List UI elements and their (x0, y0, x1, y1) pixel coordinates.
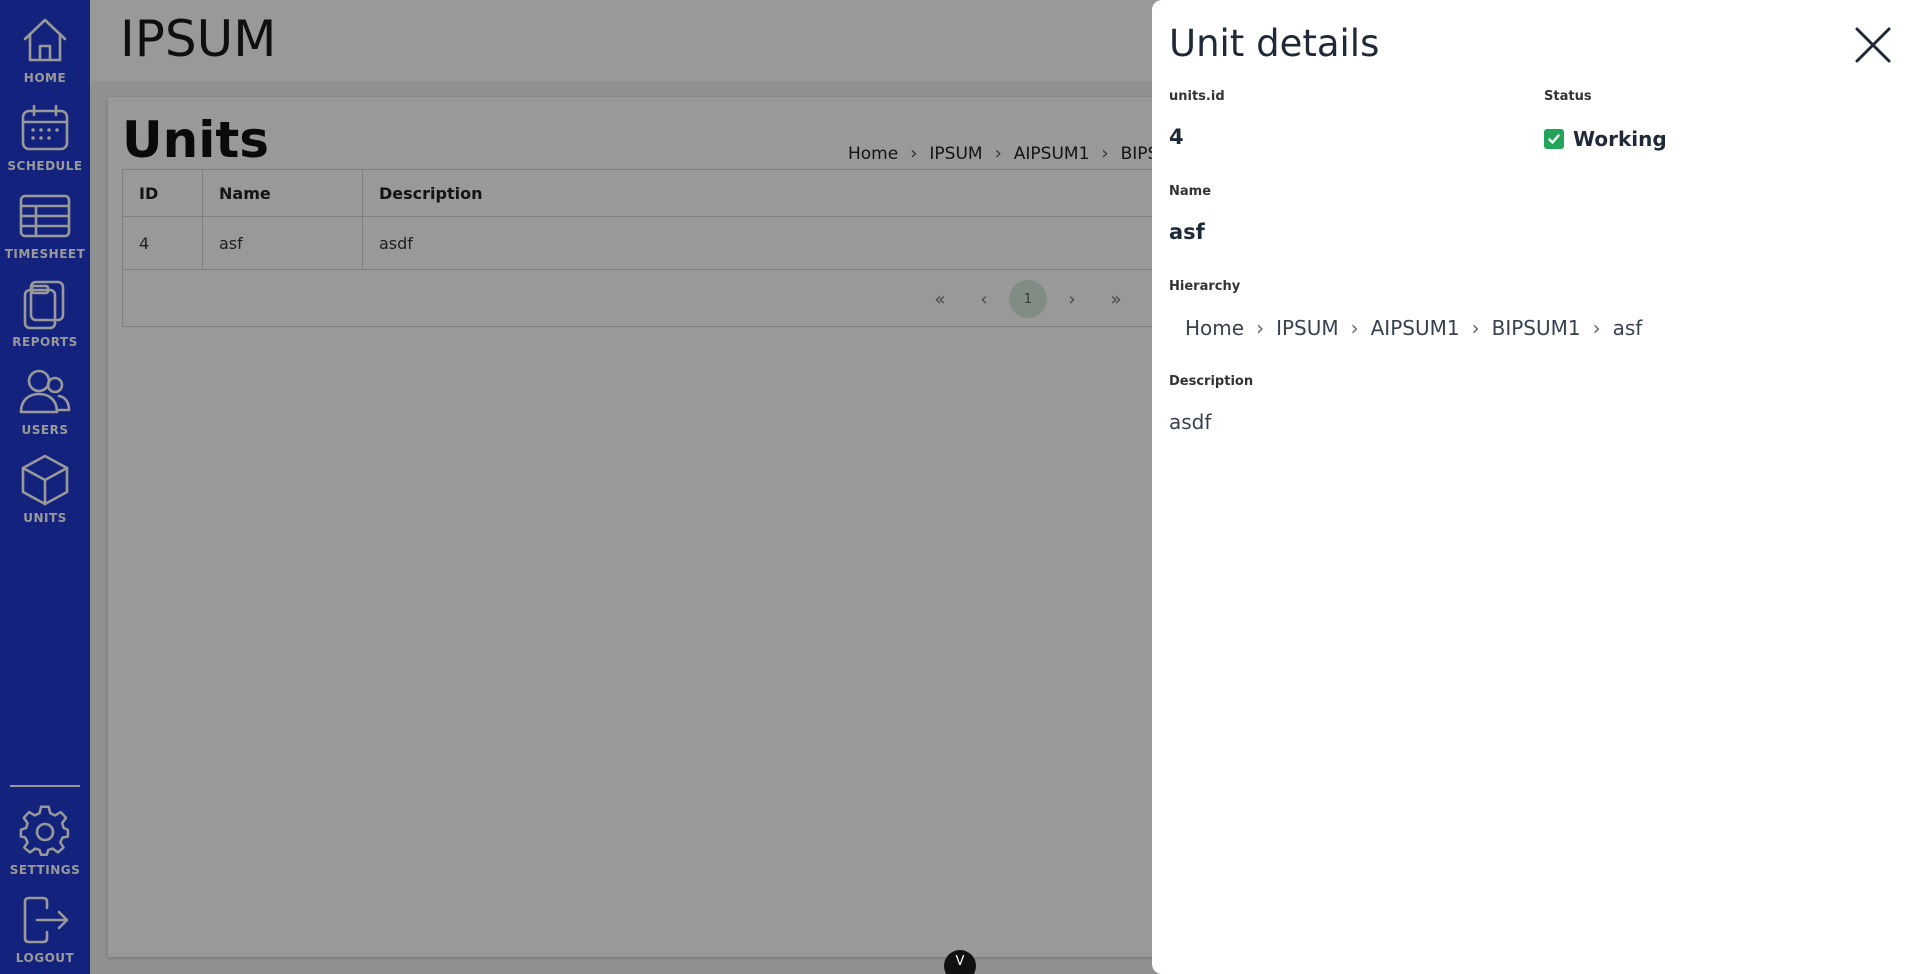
chevron-right-icon: › (1471, 316, 1480, 340)
unit-details-drawer: Unit details units.id 4 Status Working N… (1152, 0, 1920, 974)
chevron-right-icon: › (1256, 316, 1265, 340)
close-icon (1855, 27, 1891, 63)
hierarchy-breadcrumb: Home › IPSUM › AIPSUM1 › BIPSUM1 › asf (1185, 316, 1642, 340)
name-value: asf (1169, 220, 1205, 244)
checkbox-checked-icon (1544, 129, 1564, 149)
scroll-down-button[interactable]: V (944, 950, 976, 974)
id-label: units.id (1169, 89, 1225, 104)
status-label: Status (1544, 89, 1592, 104)
hierarchy-item-aipsum1[interactable]: AIPSUM1 (1371, 316, 1460, 340)
id-value: 4 (1169, 125, 1184, 149)
status-indicator: Working (1544, 127, 1667, 151)
hierarchy-item-asf[interactable]: asf (1613, 316, 1643, 340)
name-label: Name (1169, 184, 1212, 199)
hierarchy-item-ipsum[interactable]: IPSUM (1276, 316, 1339, 340)
hierarchy-item-bipsum1[interactable]: BIPSUM1 (1492, 316, 1581, 340)
description-label: Description (1169, 374, 1254, 389)
status-value: Working (1573, 127, 1667, 151)
chevron-right-icon: › (1592, 316, 1601, 340)
drawer-title: Unit details (1169, 22, 1380, 65)
close-button[interactable] (1852, 24, 1894, 66)
description-value: asdf (1169, 410, 1212, 434)
hierarchy-label: Hierarchy (1169, 279, 1241, 294)
chevron-right-icon: › (1350, 316, 1359, 340)
hierarchy-item-home[interactable]: Home (1185, 316, 1244, 340)
